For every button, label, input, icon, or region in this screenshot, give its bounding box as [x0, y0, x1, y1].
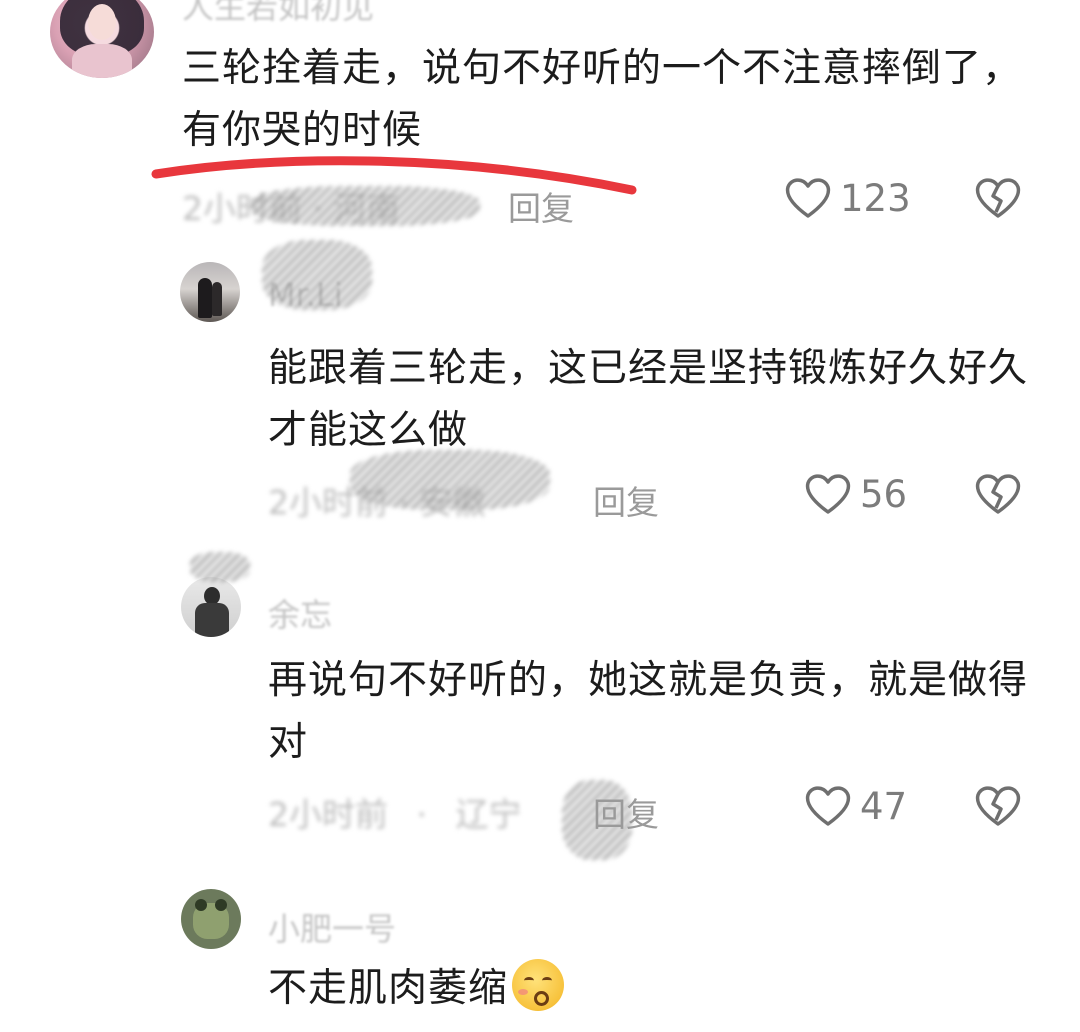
avatar[interactable]	[181, 889, 241, 949]
username[interactable]: 人生若如初见	[182, 0, 374, 28]
redaction-scribble	[250, 186, 480, 226]
reply-button[interactable]: 回复	[593, 788, 659, 836]
like-count: 56	[860, 472, 908, 516]
like-button[interactable]: 47	[804, 784, 907, 828]
reply-button[interactable]: 回复	[508, 182, 574, 230]
redaction-scribble	[262, 240, 372, 310]
username[interactable]: 余忘	[268, 590, 332, 636]
heart-outline-icon	[804, 472, 852, 516]
username[interactable]: 小肥一号	[268, 904, 396, 950]
dislike-button[interactable]	[974, 784, 1022, 828]
like-button[interactable]: 56	[804, 472, 907, 516]
avatar[interactable]	[50, 0, 154, 78]
comment-text-row: 不走肌肉萎缩	[268, 958, 1038, 1020]
dislike-button[interactable]	[974, 472, 1022, 516]
reply-button[interactable]: 回复	[593, 476, 659, 524]
like-button[interactable]: 123	[784, 176, 911, 220]
comment-meta: 2小时前 · 辽宁	[268, 795, 522, 834]
broken-heart-icon	[974, 176, 1022, 220]
dislike-button[interactable]	[974, 176, 1022, 220]
like-count: 123	[840, 176, 911, 220]
sweat-kiss-emoji-icon	[512, 959, 565, 1011]
broken-heart-icon	[974, 472, 1022, 516]
comment-text: 三轮拴着走，说句不好听的一个不注意摔倒了，有你哭的时候	[182, 46, 1023, 153]
broken-heart-icon	[974, 784, 1022, 828]
avatar[interactable]	[181, 577, 241, 637]
comment-time: 2小时前	[268, 795, 388, 834]
redaction-scribble	[190, 552, 250, 582]
comment-text: 再说句不好听的，她这就是负责，就是做得对	[268, 658, 1029, 765]
like-count: 47	[860, 784, 908, 828]
redaction-scribble	[350, 450, 550, 510]
comment-text: 能跟着三轮走，这已经是坚持锻炼好久好久才能这么做	[268, 346, 1029, 453]
heart-outline-icon	[804, 784, 852, 828]
comment-location: 辽宁	[455, 795, 522, 834]
heart-outline-icon	[784, 176, 832, 220]
comment-text: 不走肌肉萎缩	[268, 966, 509, 1011]
avatar[interactable]	[180, 262, 240, 322]
